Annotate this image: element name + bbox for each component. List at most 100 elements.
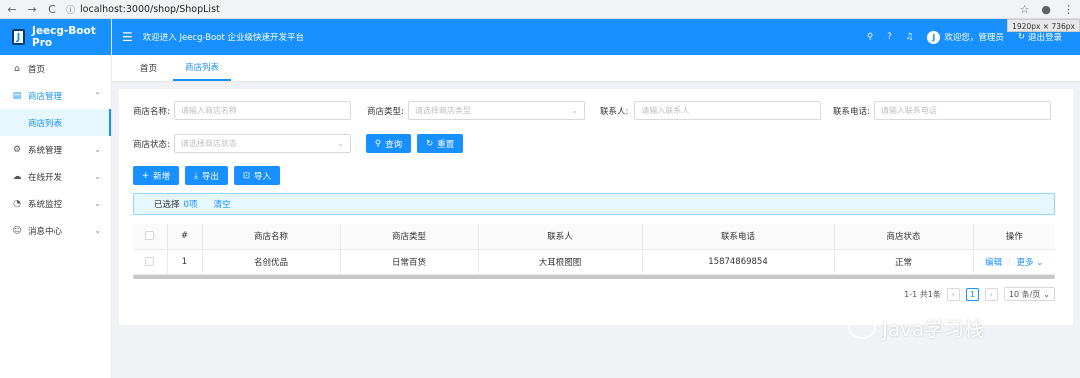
- page-tabs: 首页 商店列表: [112, 55, 1080, 82]
- selection-prefix: 已选择: [154, 200, 180, 210]
- shop-type-placeholder: 请选择商店类型: [414, 106, 471, 115]
- cell-name: 名创优品: [202, 249, 341, 275]
- action-divider: [1008, 258, 1010, 266]
- sidebar-item-shop-management[interactable]: ▤ 商店管理 ⌃: [0, 82, 111, 109]
- export-label: 导出: [201, 171, 219, 182]
- page-size-select[interactable]: 10 条/页 ⌄: [1003, 287, 1055, 301]
- back-icon[interactable]: ←: [6, 3, 18, 16]
- add-button[interactable]: + 新增: [133, 166, 180, 185]
- query-button[interactable]: ⚲ 查询: [365, 134, 412, 153]
- search-contact-group: 联系人: 请输入联系人: [600, 101, 822, 120]
- col-header-name: 商店名称: [202, 224, 341, 250]
- chevron-down-icon: ⌄: [94, 226, 101, 235]
- reset-button[interactable]: ↻ 重置: [417, 134, 464, 153]
- watermark-text: Java学习栈: [882, 317, 985, 341]
- forward-icon[interactable]: →: [26, 3, 38, 16]
- more-label: 更多: [1016, 257, 1034, 268]
- phone-label: 联系电话:: [833, 106, 870, 117]
- sidebar-item-online-dev[interactable]: ☁ 在线开发 ⌄: [0, 163, 111, 190]
- sidebar-item-label: 商店管理: [28, 91, 63, 102]
- table-header-row: # 商店名称 商店类型 联系人 联系电话 商店状态 操作: [133, 224, 1055, 250]
- add-label: 新增: [153, 171, 171, 182]
- row-checkbox[interactable]: [145, 256, 155, 266]
- chevron-down-icon: ⌄: [94, 145, 101, 154]
- selection-count: 0项: [183, 200, 198, 210]
- select-all-checkbox[interactable]: [145, 231, 155, 241]
- sidebar-item-system[interactable]: ⚙ 系统管理 ⌄: [0, 136, 111, 163]
- logo-mark: J: [12, 29, 26, 45]
- row-select-cell: [133, 249, 168, 275]
- avatar: J: [927, 30, 941, 44]
- shop-status-select[interactable]: 请选择商店状态 ⌄: [173, 134, 351, 153]
- menu-dots-icon[interactable]: ⋮: [1063, 3, 1074, 16]
- tab-home[interactable]: 首页: [128, 55, 169, 81]
- help-icon[interactable]: ?: [887, 32, 892, 42]
- sidebar: J Jeecg-Boot Pro ⌂ 首页 ▤ 商店管理 ⌃ 商店列表 ⚙ 系统…: [0, 19, 112, 378]
- sidebar-subitem-shop-list[interactable]: 商店列表: [0, 109, 111, 136]
- chevron-down-icon: ⌄: [1043, 289, 1050, 299]
- pagination: 1-1 共1条 ‹ 1 › 10 条/页 ⌄: [904, 287, 1055, 301]
- search-type-group: 商店类型: 请选择商店类型 ⌄: [367, 101, 585, 120]
- logo[interactable]: J Jeecg-Boot Pro: [0, 19, 111, 55]
- download-icon: ⤓: [194, 170, 198, 181]
- more-dropdown[interactable]: 更多 ⌄: [1017, 258, 1044, 268]
- shop-status-label: 商店状态:: [133, 139, 170, 150]
- star-icon[interactable]: ☆: [1020, 3, 1030, 16]
- action-toolbar: + 新增 ⤓ 导出 ⊡ 导入: [133, 166, 281, 185]
- user-menu[interactable]: J 欢迎您，管理员: [927, 30, 1004, 44]
- upload-icon: ⊡: [242, 170, 251, 181]
- cell-phone: 15874869854: [642, 249, 835, 275]
- next-page-button[interactable]: ›: [984, 287, 998, 301]
- logo-text: Jeecg-Boot Pro: [32, 25, 96, 49]
- sidebar-item-monitor[interactable]: ◔ 系统监控 ⌄: [0, 190, 111, 217]
- shop-name-label: 商店名称:: [133, 106, 170, 117]
- prev-page-button[interactable]: ‹: [946, 287, 960, 301]
- cell-status: 正常: [834, 249, 974, 275]
- cloud-icon: ☁: [12, 171, 22, 182]
- table-scrollbar[interactable]: [133, 275, 1055, 279]
- shop-table: # 商店名称 商店类型 联系人 联系电话 商店状态 操作 1 名创优品 日常百货…: [133, 224, 1055, 275]
- tab-shop-list[interactable]: 商店列表: [173, 55, 232, 81]
- sidebar-item-messages[interactable]: ☺ 消息中心 ⌄: [0, 217, 111, 244]
- home-icon: ⌂: [14, 63, 20, 74]
- search-row-1: 商店名称: 请输入商店名称: [133, 101, 351, 120]
- query-label: 查询: [385, 139, 403, 150]
- chevron-down-icon: ⌄: [94, 199, 101, 208]
- col-header-phone: 联系电话: [642, 224, 835, 250]
- shop-type-label: 商店类型:: [367, 106, 404, 117]
- page-button-current[interactable]: 1: [965, 287, 979, 301]
- message-icon: ☺: [12, 225, 22, 236]
- size-hint: 1920px × 736px: [1007, 19, 1080, 32]
- import-button[interactable]: ⊡ 导入: [233, 166, 281, 185]
- clear-selection-link[interactable]: 清空: [213, 198, 230, 210]
- main-card: 商店名称: 请输入商店名称 商店类型: 请选择商店类型 ⌄ 联系人: 请输入联系…: [119, 89, 1073, 325]
- export-button[interactable]: ⤓ 导出: [185, 166, 228, 185]
- profile-icon[interactable]: ●: [1041, 3, 1051, 16]
- scrollbar-thumb[interactable]: [133, 275, 1055, 279]
- sidebar-item-home[interactable]: ⌂ 首页: [0, 55, 111, 82]
- reload-icon[interactable]: C: [46, 3, 58, 16]
- url-text: localhost:3000/shop/ShopList: [80, 3, 220, 15]
- contact-input[interactable]: 请输入联系人: [634, 101, 822, 120]
- address-bar[interactable]: ⓘ localhost:3000/shop/ShopList: [66, 3, 220, 16]
- phone-input[interactable]: 请输入联系电话: [873, 101, 1051, 120]
- search-icon[interactable]: ⚲: [867, 32, 873, 42]
- sidebar-item-label: 在线开发: [28, 172, 63, 183]
- chevron-down-icon: ⌄: [1036, 257, 1044, 268]
- welcome-text: 欢迎进入 Jeecg-Boot 企业级快速开发平台: [142, 33, 305, 43]
- bell-icon[interactable]: ♫: [906, 32, 914, 42]
- shop-icon: ▤: [12, 90, 22, 101]
- import-label: 导入: [254, 171, 272, 182]
- selection-alert: 已选择 0项 清空: [133, 193, 1055, 215]
- pagination-summary: 1-1 共1条: [904, 289, 941, 299]
- col-header-status: 商店状态: [834, 224, 974, 250]
- edit-link[interactable]: 编辑: [985, 258, 1002, 268]
- table-row: 1 名创优品 日常百货 大耳根图图 15874869854 正常 编辑 更多 ⌄: [133, 249, 1055, 275]
- shop-type-select[interactable]: 请选择商店类型 ⌄: [407, 101, 585, 120]
- menu-fold-icon[interactable]: ☰: [122, 30, 133, 44]
- user-greeting: 欢迎您，管理员: [944, 33, 1004, 43]
- search-row-2: 商店状态: 请选择商店状态 ⌄ ⚲ 查询 ↻ 重置: [133, 134, 464, 153]
- cell-contact: 大耳根图图: [478, 249, 643, 275]
- page-size-value: 10 条/页: [1008, 289, 1041, 299]
- shop-name-input[interactable]: 请输入商店名称: [173, 101, 351, 120]
